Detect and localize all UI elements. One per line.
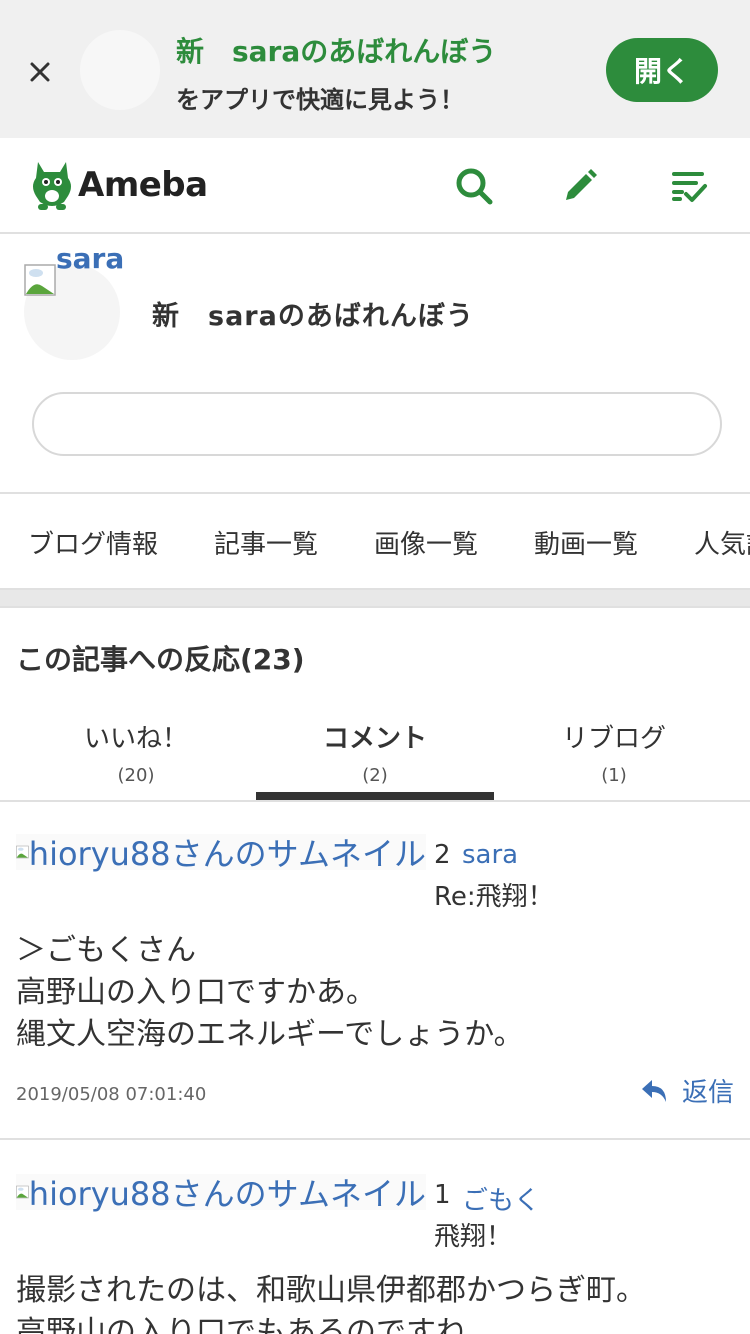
comment-number: 2 — [434, 840, 451, 870]
blog-title[interactable]: 新 saraのあばれんぼう — [152, 294, 474, 333]
reply-arrow-icon — [641, 1079, 666, 1102]
reaction-tabs: いいね！ (20) コメント (2) リブログ (1) — [0, 700, 750, 802]
nav-item-image-list[interactable]: 画像一覧 — [374, 524, 478, 561]
nav-item-article-list[interactable]: 記事一覧 — [214, 524, 318, 561]
comment-body: ＞ごもくさん 高野山の入り口ですかあ。 縄文人空海のエネルギーでしょうか。 — [16, 930, 524, 1056]
reply-button[interactable]: 返信 — [640, 1072, 734, 1109]
checklist-icon[interactable] — [668, 166, 708, 206]
broken-image-icon — [24, 264, 56, 296]
ameba-logo[interactable]: Ameba — [30, 158, 208, 212]
comment-item: hioryu88さんのサムネイル 2 sara Re:飛翔！ ＞ごもくさん 高野… — [0, 834, 750, 1140]
search-icon[interactable] — [454, 166, 494, 206]
nav-item-video-list[interactable]: 動画一覧 — [534, 524, 638, 561]
active-tab-indicator — [256, 792, 494, 800]
tab-comments[interactable]: コメント (2) — [256, 700, 494, 800]
app-install-banner: 新 saraのあばれんぼう をアプリで快適に見よう！ 開く — [0, 0, 750, 138]
site-header: Ameba — [0, 138, 750, 234]
comment-item: hioryu88さんのサムネイル 1 ごもく 飛翔！ 撮影されたのは、和歌山県伊… — [0, 1174, 750, 1334]
section-divider — [0, 590, 750, 608]
broken-image-icon — [16, 845, 29, 859]
pencil-icon[interactable] — [560, 166, 600, 206]
logo-text: Ameba — [78, 165, 208, 205]
tab-comments-count: (2) — [362, 765, 388, 786]
tab-reblogs-label: リブログ — [561, 724, 666, 754]
comment-body-line: ＞ごもくさん — [16, 933, 196, 968]
tab-reblogs-count: (1) — [601, 765, 627, 786]
broken-image-icon — [16, 1185, 29, 1199]
comment-body-line: 縄文人空海のエネルギーでしょうか。 — [16, 1017, 524, 1052]
banner-title: 新 saraのあばれんぼう — [176, 35, 497, 68]
commenter-thumbnail[interactable]: hioryu88さんのサムネイル — [16, 1174, 426, 1213]
comment-author-link[interactable]: ごもく — [462, 1180, 540, 1217]
blog-nav: ブログ情報 記事一覧 画像一覧 動画一覧 人気記事 — [0, 492, 750, 590]
comment-body-line: 高野山の入り口ですかあ。 — [16, 975, 376, 1010]
commenter-thumbnail[interactable]: hioryu88さんのサムネイル — [16, 834, 426, 873]
comment-author-link[interactable]: sara — [462, 840, 518, 870]
tab-comments-label: コメント — [322, 724, 427, 754]
comment-body-line: 撮影されたのは、和歌山県伊都郡かつらぎ町。 — [16, 1273, 646, 1308]
tab-likes-label: いいね！ — [83, 724, 188, 754]
blog-search-input[interactable] — [32, 392, 722, 456]
avatar-alt-text: sara — [56, 242, 125, 275]
close-icon[interactable] — [24, 56, 56, 88]
comment-subject: 飛翔！ — [434, 1222, 513, 1252]
blog-profile: sara 新 saraのあばれんぼう — [0, 234, 750, 492]
nav-item-popular[interactable]: 人気記事 — [694, 524, 750, 561]
tab-reblogs[interactable]: リブログ (1) — [494, 700, 734, 800]
reply-label: 返信 — [681, 1078, 734, 1108]
comment-subject: Re:飛翔！ — [434, 882, 554, 912]
tab-likes-count: (20) — [117, 765, 155, 786]
comment-body: 撮影されたのは、和歌山県伊都郡かつらぎ町。 高野山の入り口でもあるのですね。 — [16, 1270, 646, 1334]
ameba-mascot-icon — [33, 162, 71, 210]
comment-divider — [0, 1138, 750, 1140]
reactions-title: この記事への反応(23) — [16, 643, 305, 676]
thumbnail-alt-text: hioryu88さんのサムネイル — [28, 1175, 426, 1213]
nav-item-blog-info[interactable]: ブログ情報 — [28, 524, 158, 561]
tab-likes[interactable]: いいね！ (20) — [16, 700, 256, 800]
banner-blog-thumbnail — [80, 30, 160, 110]
thumbnail-alt-text: hioryu88さんのサムネイル — [28, 835, 426, 873]
open-app-button[interactable]: 開く — [606, 38, 718, 102]
comment-body-line: 高野山の入り口でもあるのですね。 — [16, 1315, 496, 1334]
banner-subtitle: をアプリで快適に見よう！ — [176, 86, 464, 114]
comment-number: 1 — [434, 1180, 451, 1210]
comment-date: 2019/05/08 07:01:40 — [16, 1084, 207, 1105]
